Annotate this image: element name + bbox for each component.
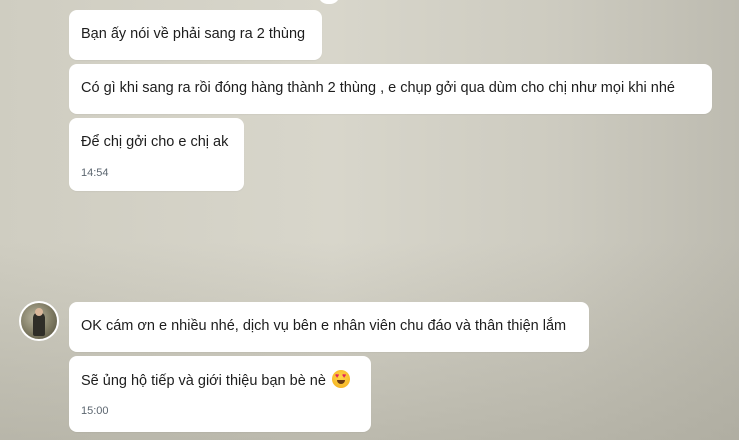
message-bubble[interactable]: Có gì khi sang ra rồi đóng hàng thành 2 … [69,64,712,114]
message-timestamp: 15:00 [81,405,109,417]
message-bubble[interactable]: Sẽ ủng hộ tiếp và giới thiệu bạn bè nè ♥… [69,356,371,432]
message-text: Bạn ấy nói về phải sang ra 2 thùng [81,26,306,42]
message-text: OK cám ơn e nhiều nhé, dịch vụ bên e nhâ… [81,318,567,334]
message-bubble[interactable]: Để chị gởi cho e chị ak 14:54 [69,118,244,191]
message-bubble[interactable]: Bạn ấy nói về phải sang ra 2 thùng [69,10,322,60]
message-text: Để chị gởi cho e chị ak [81,134,229,150]
emoji-mouth [336,380,345,384]
avatar-head [35,308,43,316]
message-text: Có gì khi sang ra rồi đóng hàng thành 2 … [81,80,675,96]
heart-eyes-emoji-icon: ♥ ♥ [331,370,350,388]
message-timestamp: 14:54 [81,167,109,179]
message-bubble[interactable]: OK cám ơn e nhiều nhé, dịch vụ bên e nhâ… [69,302,589,352]
avatar[interactable] [19,301,59,341]
scroll-top-handle [318,0,340,4]
message-text: Sẽ ủng hộ tiếp và giới thiệu bạn bè nè [81,373,326,389]
heart-left-eye: ♥ [334,373,340,380]
heart-right-eye: ♥ [341,373,347,380]
message-text-wrapper: Sẽ ủng hộ tiếp và giới thiệu bạn bè nè ♥… [81,370,350,391]
